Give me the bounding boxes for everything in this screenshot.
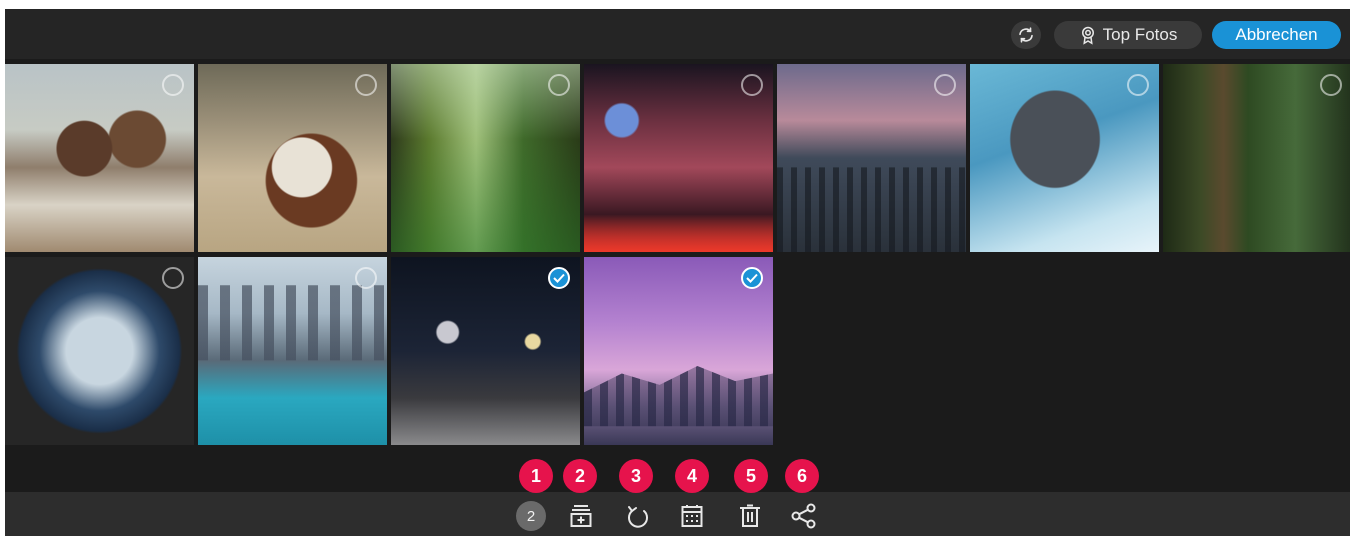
- select-checkbox[interactable]: [355, 267, 377, 289]
- top-fotos-label: Top Fotos: [1102, 25, 1178, 44]
- select-checkbox-checked[interactable]: [548, 267, 570, 289]
- select-checkbox[interactable]: [741, 74, 763, 96]
- photo-tile[interactable]: [777, 64, 966, 252]
- photo-tile-selected[interactable]: [391, 257, 580, 445]
- photo-app: Top Fotos Abbrechen: [5, 9, 1350, 536]
- checkmark-icon: [746, 273, 758, 283]
- photo-tile[interactable]: [1163, 64, 1350, 252]
- add-to-album-button[interactable]: [566, 501, 596, 531]
- delete-icon: [740, 504, 760, 527]
- photo-tile[interactable]: [5, 257, 194, 445]
- rotate-button[interactable]: [623, 501, 653, 531]
- rotate-icon: [628, 506, 648, 528]
- select-checkbox[interactable]: [162, 267, 184, 289]
- photo-tile[interactable]: [391, 64, 580, 252]
- select-checkbox[interactable]: [162, 74, 184, 96]
- refresh-icon: [1019, 27, 1033, 43]
- select-checkbox[interactable]: [1320, 74, 1342, 96]
- date-button[interactable]: [677, 501, 707, 531]
- photo-tile[interactable]: [198, 257, 387, 445]
- top-fotos-button[interactable]: Top Fotos: [1054, 21, 1202, 49]
- refresh-button[interactable]: [1011, 21, 1041, 49]
- select-checkbox[interactable]: [1127, 74, 1149, 96]
- award-icon: [1081, 26, 1094, 45]
- calendar-icon: [681, 505, 703, 527]
- photo-tile[interactable]: [584, 64, 773, 252]
- select-checkbox[interactable]: [355, 74, 377, 96]
- add-to-album-icon: [570, 505, 592, 527]
- checkmark-icon: [553, 273, 565, 283]
- selected-count: 2: [516, 501, 546, 531]
- cancel-button[interactable]: Abbrechen: [1212, 21, 1341, 49]
- photo-tile[interactable]: [198, 64, 387, 252]
- photo-tile[interactable]: [970, 64, 1159, 252]
- annotation-badge: 5: [734, 459, 768, 493]
- share-button[interactable]: [789, 501, 819, 531]
- annotation-badge: 2: [563, 459, 597, 493]
- select-checkbox-checked[interactable]: [741, 267, 763, 289]
- photo-tile-selected[interactable]: [584, 257, 773, 445]
- share-icon: [791, 503, 816, 529]
- select-checkbox[interactable]: [548, 74, 570, 96]
- photo-tile[interactable]: [5, 64, 194, 252]
- annotation-badge: 3: [619, 459, 653, 493]
- annotation-badge: 6: [785, 459, 819, 493]
- annotation-badge: 1: [519, 459, 553, 493]
- annotation-badge: 4: [675, 459, 709, 493]
- header-bar: Top Fotos Abbrechen: [5, 9, 1350, 59]
- select-checkbox[interactable]: [934, 74, 956, 96]
- delete-button[interactable]: [735, 501, 765, 531]
